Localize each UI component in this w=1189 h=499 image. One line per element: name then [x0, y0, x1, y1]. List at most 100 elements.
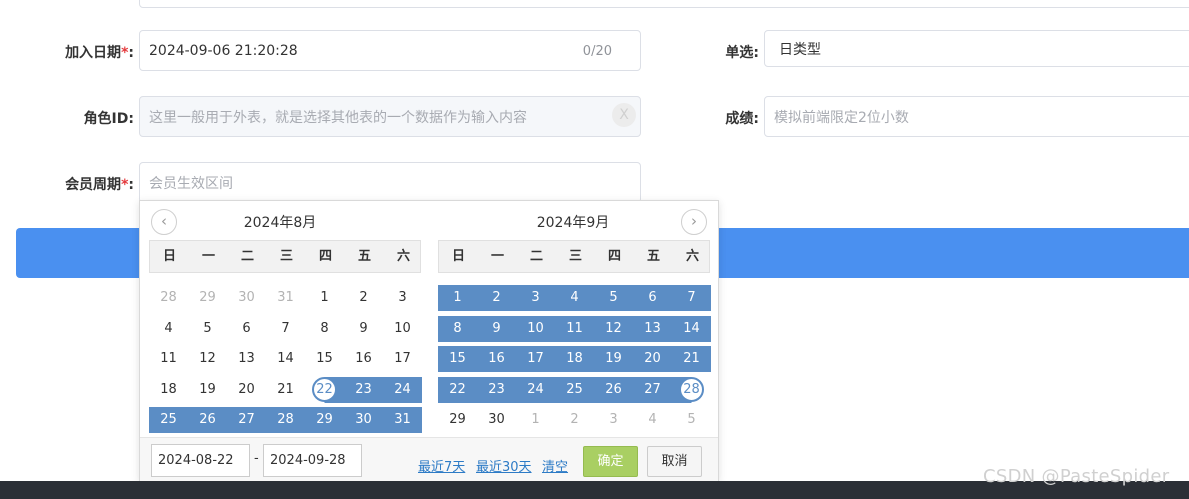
join-date-value: 2024-09-06 21:20:28	[149, 42, 298, 59]
last-30-days-link[interactable]: 最近30天	[476, 456, 532, 475]
day-cell[interactable]: 29	[305, 407, 344, 433]
day-cell[interactable]: 14	[672, 315, 711, 342]
weekday-4: 四	[607, 249, 621, 264]
role-id-input[interactable]: 这里一般用于外表，就是选择其他表的一个数据作为输入内容 X	[139, 96, 641, 137]
day-cell[interactable]: 22	[438, 376, 477, 403]
day-cell[interactable]: 13	[227, 346, 266, 372]
day-cell[interactable]: 7	[672, 285, 711, 311]
day-cell[interactable]: 17	[516, 346, 555, 372]
weekday-1: 一	[201, 249, 215, 264]
day-cell[interactable]: 2	[555, 407, 594, 433]
day-cell[interactable]: 19	[188, 377, 227, 403]
day-cell[interactable]: 30	[477, 407, 516, 433]
day-cell[interactable]: 15	[438, 346, 477, 372]
day-cell[interactable]: 28	[149, 285, 188, 311]
start-date-input[interactable]: 2024-08-22	[151, 444, 250, 477]
day-cell[interactable]: 10	[516, 315, 555, 342]
day-cell[interactable]: 16	[477, 346, 516, 372]
day-cell[interactable]: 8	[305, 316, 344, 342]
day-cell[interactable]: 2	[477, 285, 516, 311]
member-period-input[interactable]: 会员生效区间	[139, 162, 641, 203]
last-7-days-link[interactable]: 最近7天	[418, 456, 465, 475]
clear-icon[interactable]: X	[612, 103, 636, 127]
day-cell[interactable]: 1	[438, 285, 477, 311]
day-cell[interactable]: 4	[555, 285, 594, 311]
day-cell[interactable]: 5	[594, 285, 633, 311]
left-month-title: 2024年8月	[243, 215, 317, 231]
day-cell[interactable]: 31	[266, 285, 305, 311]
day-cell[interactable]: 1	[516, 407, 555, 433]
day-cell[interactable]: 19	[594, 346, 633, 372]
day-cell[interactable]: 1	[305, 285, 344, 311]
cancel-button[interactable]: 取消	[647, 446, 702, 477]
day-cell[interactable]: 29	[188, 285, 227, 311]
left-weekday-header: 日一二三四五六	[149, 240, 421, 273]
day-cell[interactable]: 9	[344, 316, 383, 342]
day-cell[interactable]: 26	[188, 407, 227, 433]
prev-month-icon[interactable]: ‹	[151, 209, 177, 235]
day-cell[interactable]: 9	[477, 315, 516, 342]
label-colon: :	[128, 177, 134, 193]
day-cell[interactable]: 24	[516, 376, 555, 403]
day-cell[interactable]: 18	[149, 377, 188, 403]
day-cell[interactable]: 6	[227, 316, 266, 342]
day-cell[interactable]: 20	[633, 346, 672, 372]
day-cell[interactable]: 21	[672, 346, 711, 372]
role-id-placeholder: 这里一般用于外表，就是选择其他表的一个数据作为输入内容	[149, 109, 527, 126]
day-cell[interactable]: 6	[633, 285, 672, 311]
day-cell[interactable]: 12	[188, 346, 227, 372]
weekday-6: 六	[685, 249, 699, 264]
day-cell[interactable]: 30	[344, 407, 383, 433]
day-cell[interactable]: 8	[438, 315, 477, 342]
confirm-button[interactable]: 确定	[583, 446, 638, 477]
end-date-input[interactable]: 2024-09-28	[263, 444, 362, 477]
day-cell[interactable]: 24	[383, 376, 422, 403]
day-cell[interactable]: 4	[149, 316, 188, 342]
day-cell[interactable]: 23	[477, 376, 516, 403]
weekday-6: 六	[396, 249, 410, 264]
day-cell[interactable]: 3	[594, 407, 633, 433]
day-cell[interactable]: 3	[516, 285, 555, 311]
day-cell[interactable]: 17	[383, 346, 422, 372]
day-cell[interactable]: 18	[555, 346, 594, 372]
day-cell[interactable]: 5	[188, 316, 227, 342]
day-cell[interactable]: 26	[594, 376, 633, 403]
day-cell[interactable]: 10	[383, 316, 422, 342]
day-cell[interactable]: 4	[633, 407, 672, 433]
day-cell[interactable]: 5	[672, 407, 711, 433]
score-input[interactable]: 模拟前端限定2位小数	[764, 96, 1189, 137]
date-range-picker: ‹ 2024年8月 2024年9月 › 日一二三四五六 日一二三四五六 28 29…	[139, 200, 719, 481]
day-cell[interactable]: 20	[227, 377, 266, 403]
day-cell[interactable]: 3	[383, 285, 422, 311]
day-cell[interactable]: 28	[672, 376, 711, 403]
day-cell[interactable]: 22	[305, 376, 344, 403]
day-cell[interactable]: 11	[149, 346, 188, 372]
single-choice-select[interactable]: 日类型	[764, 30, 1189, 67]
day-cell[interactable]: 28	[266, 407, 305, 433]
day-cell[interactable]: 13	[633, 315, 672, 342]
next-month-icon[interactable]: ›	[681, 209, 707, 235]
day-cell[interactable]: 25	[555, 376, 594, 403]
day-cell[interactable]: 11	[555, 315, 594, 342]
day-cell[interactable]: 12	[594, 315, 633, 342]
day-cell[interactable]: 23	[344, 376, 383, 403]
day-cell[interactable]: 21	[266, 377, 305, 403]
left-month-grid: 28 29 30 31 1 2 3 4 5 6 7 8 9 10 11 12 13 14 15 16 17 18 19 20 2…	[149, 285, 422, 437]
day-cell[interactable]: 16	[344, 346, 383, 372]
day-cell[interactable]: 2	[344, 285, 383, 311]
weekday-1: 一	[490, 249, 504, 264]
day-cell[interactable]: 27	[227, 407, 266, 433]
day-cell[interactable]: 15	[305, 346, 344, 372]
day-cell[interactable]: 25	[149, 407, 188, 433]
day-cell[interactable]: 30	[227, 285, 266, 311]
day-cell[interactable]: 27	[633, 376, 672, 403]
day-cell[interactable]: 14	[266, 346, 305, 372]
weekday-0: 日	[451, 249, 465, 264]
join-date-input[interactable]: 2024-09-06 21:20:28 0/20	[139, 30, 641, 71]
clear-link[interactable]: 清空	[542, 456, 568, 475]
member-period-label-text: 会员周期	[65, 177, 122, 193]
day-cell[interactable]: 7	[266, 316, 305, 342]
day-cell[interactable]: 29	[438, 407, 477, 433]
top-input-field[interactable]	[139, 0, 1189, 8]
day-cell[interactable]: 31	[383, 407, 422, 433]
